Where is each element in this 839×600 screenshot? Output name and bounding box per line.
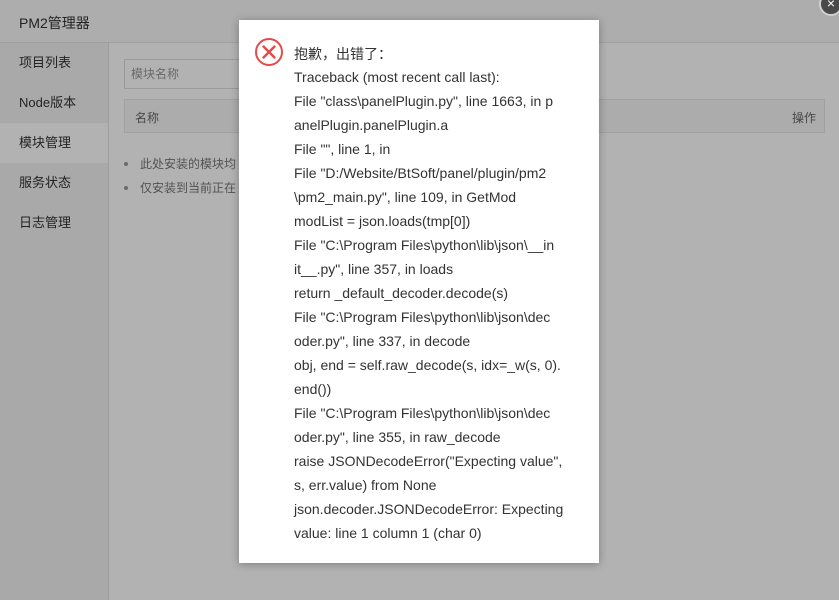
- traceback-line: end()): [294, 381, 332, 397]
- traceback-line: File "D:/Website/BtSoft/panel/plugin/pm2: [294, 165, 547, 181]
- traceback-line: File "", line 1, in: [294, 141, 391, 157]
- traceback-line: s, err.value) from None: [294, 477, 437, 493]
- traceback-line: value: line 1 column 1 (char 0): [294, 525, 482, 541]
- traceback-line: modList = json.loads(tmp[0]): [294, 213, 471, 229]
- traceback-line: json.decoder.JSONDecodeError: Expecting: [294, 501, 564, 517]
- traceback-line: Traceback (most recent call last):: [294, 69, 500, 85]
- traceback-line: oder.py", line 337, in decode: [294, 333, 471, 349]
- traceback-line: it__.py", line 357, in loads: [294, 261, 454, 277]
- traceback-line: oder.py", line 355, in raw_decode: [294, 429, 501, 445]
- error-traceback: Traceback (most recent call last): File …: [294, 65, 594, 545]
- error-title: 抱歉，出错了：: [294, 46, 392, 62]
- error-circle-x-icon: [254, 37, 284, 67]
- traceback-line: File "class\panelPlugin.py", line 1663, …: [294, 93, 553, 109]
- traceback-line: File "C:\Program Files\python\lib\json\_…: [294, 237, 555, 253]
- traceback-line: anelPlugin.panelPlugin.a: [294, 117, 449, 133]
- error-dialog: 抱歉，出错了： Traceback (most recent call last…: [239, 20, 599, 563]
- traceback-line: raise JSONDecodeError("Expecting value",: [294, 453, 563, 469]
- traceback-line: File "C:\Program Files\python\lib\json\d…: [294, 309, 551, 325]
- traceback-line: obj, end = self.raw_decode(s, idx=_w(s, …: [294, 357, 561, 373]
- traceback-line: return _default_decoder.decode(s): [294, 285, 509, 301]
- traceback-line: File "C:\Program Files\python\lib\json\d…: [294, 405, 551, 421]
- traceback-line: \pm2_main.py", line 109, in GetMod: [294, 189, 517, 205]
